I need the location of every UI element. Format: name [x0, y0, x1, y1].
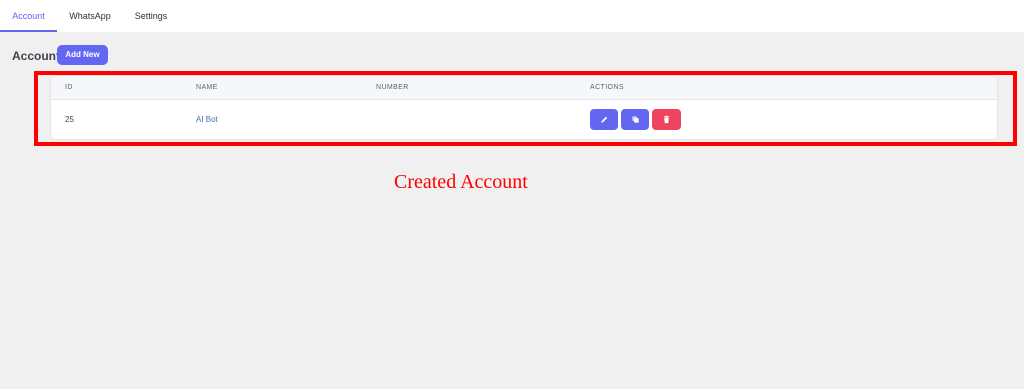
tab-account[interactable]: Account — [0, 0, 57, 32]
tab-bar: Account WhatsApp Settings — [0, 0, 1024, 32]
tab-settings[interactable]: Settings — [128, 0, 174, 32]
highlight-box — [34, 71, 1017, 146]
page-title: Account — [12, 49, 60, 63]
tab-whatsapp[interactable]: WhatsApp — [62, 0, 118, 32]
add-new-button[interactable]: Add New — [57, 45, 108, 65]
annotation-label: Created Account — [394, 171, 528, 193]
